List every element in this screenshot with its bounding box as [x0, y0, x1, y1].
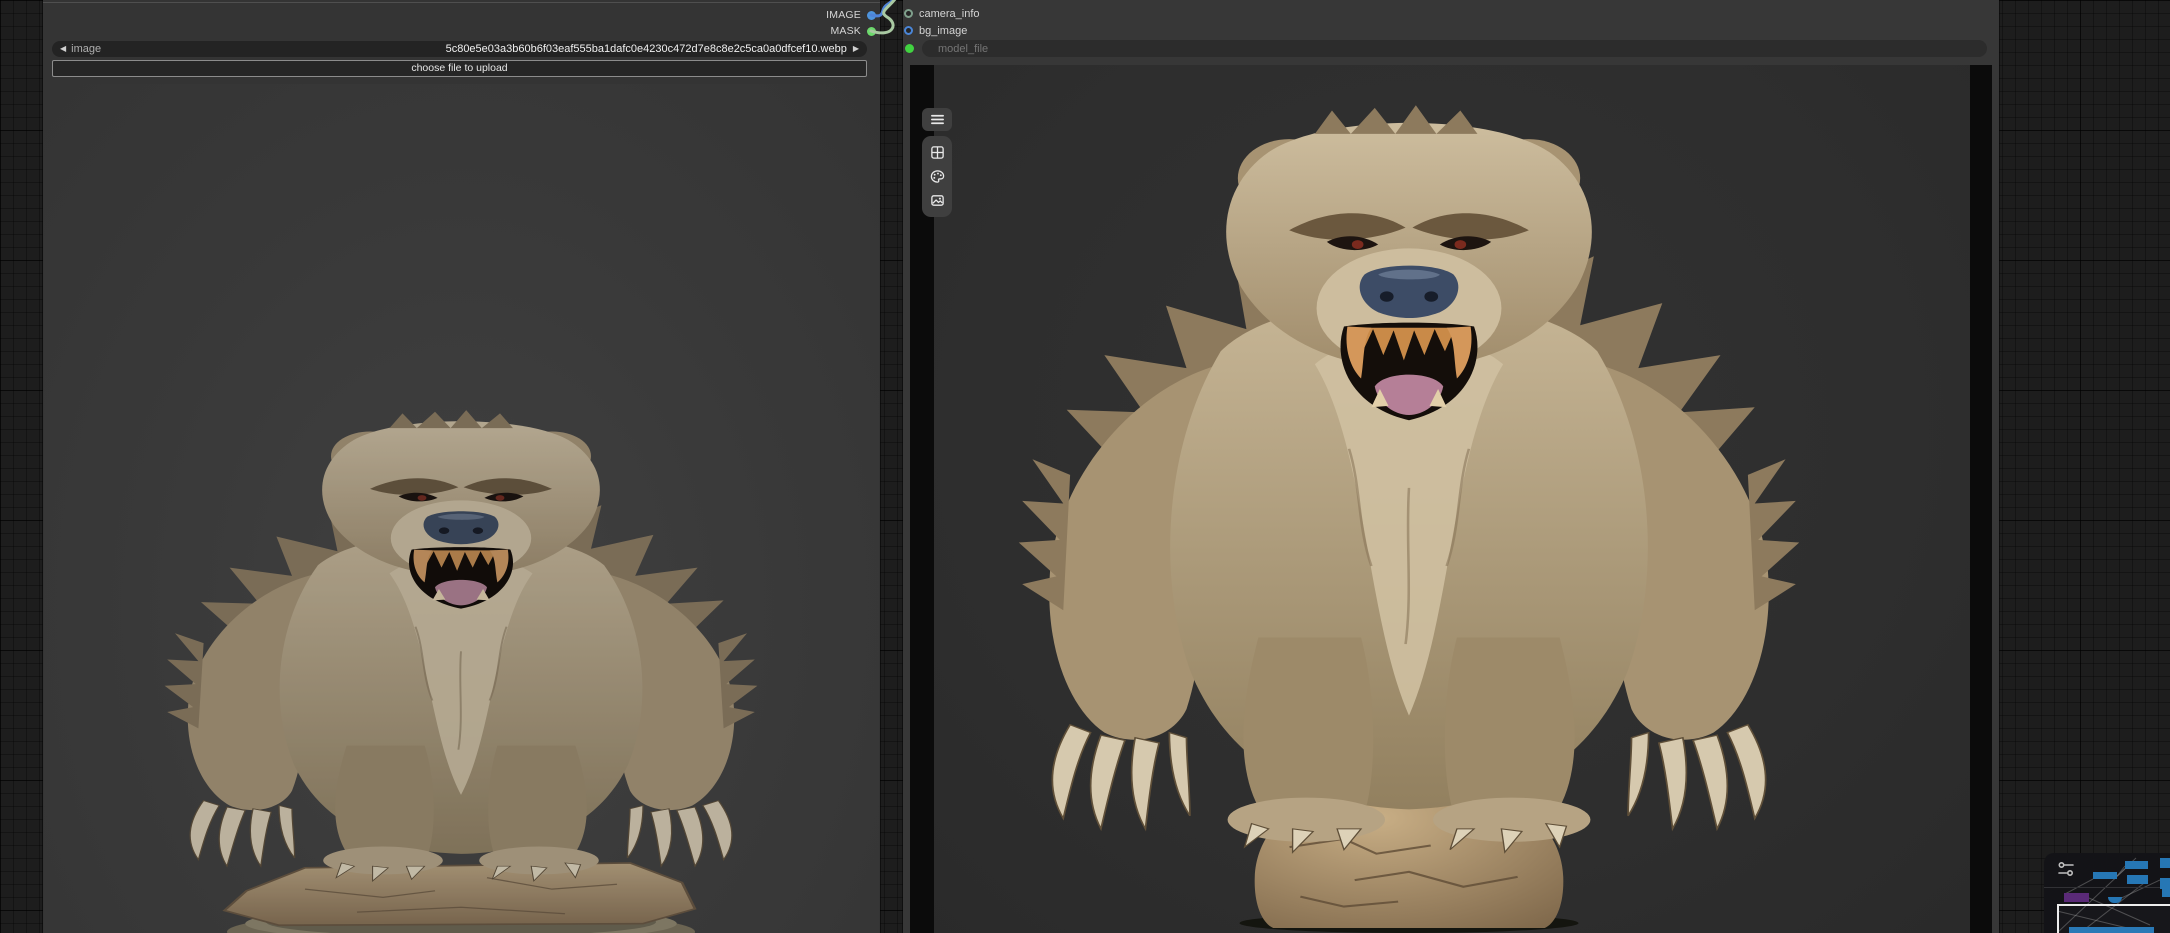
load-image-node[interactable]: IMAGE MASK ◀ image 5c80e5e03a3b60b6f03ea…: [43, 0, 880, 933]
bg-image-socket[interactable]: [904, 26, 913, 35]
minimap-node: [2162, 889, 2170, 897]
combo-value: 5c80e5e03a3b60b6f03eaf555ba1dafc0e4230c4…: [445, 43, 847, 55]
mask-output-row: MASK: [830, 24, 876, 38]
menu-icon: [930, 114, 944, 125]
background-image-icon[interactable]: [930, 193, 945, 208]
image-output-label: IMAGE: [826, 9, 861, 21]
minimap-node: [2160, 878, 2170, 889]
minimap-node: [2064, 893, 2089, 902]
minimap-node: [2160, 858, 2170, 868]
3d-render-area[interactable]: [934, 65, 1970, 933]
minimap-viewport-rect[interactable]: [2057, 904, 2170, 933]
bear-statue-image: [163, 409, 759, 933]
grid-layout-icon[interactable]: [930, 145, 945, 160]
model-file-label: model_file: [938, 42, 989, 55]
viewport-tool-group: [922, 136, 952, 217]
image-output-socket[interactable]: [867, 10, 876, 20]
viewport-toolbar: [922, 108, 952, 217]
combo-label: image: [71, 43, 102, 55]
combo-next-arrow-icon[interactable]: ▶: [853, 41, 859, 57]
minimap-node: [2127, 875, 2148, 884]
node-top-edge: [43, 2, 880, 3]
mask-output-label: MASK: [830, 25, 861, 37]
3d-viewport[interactable]: [910, 65, 1992, 933]
bg-image-input-row: bg_image: [904, 23, 967, 38]
sliders-icon[interactable]: [2057, 860, 2075, 878]
mask-output-socket[interactable]: [867, 26, 876, 36]
bear-3d-model: [1017, 103, 1801, 933]
image-filename-combo[interactable]: ◀ image 5c80e5e03a3b60b6f03eaf555ba1dafc…: [52, 41, 867, 57]
model-file-input-row: model_file: [905, 40, 1987, 57]
model-file-widget[interactable]: model_file: [922, 40, 1987, 57]
camera-info-input-row: camera_info: [904, 6, 980, 21]
minimap-divider: [2044, 887, 2170, 888]
bg-image-label: bg_image: [919, 24, 968, 37]
preview-3d-node[interactable]: camera_info bg_image model_file: [903, 0, 1999, 933]
camera-info-socket[interactable]: [904, 9, 913, 18]
image-output-row: IMAGE: [826, 8, 876, 22]
model-file-socket[interactable]: [905, 44, 914, 53]
minimap-node: [2125, 861, 2148, 869]
minimap-node: [2093, 872, 2117, 879]
minimap[interactable]: [2044, 853, 2170, 933]
combo-prev-arrow-icon[interactable]: ◀: [60, 41, 66, 57]
choose-file-button[interactable]: choose file to upload: [52, 60, 867, 77]
palette-icon[interactable]: [930, 169, 945, 184]
image-preview: [44, 84, 879, 933]
viewport-menu-button[interactable]: [922, 108, 952, 131]
camera-info-label: camera_info: [919, 7, 980, 20]
